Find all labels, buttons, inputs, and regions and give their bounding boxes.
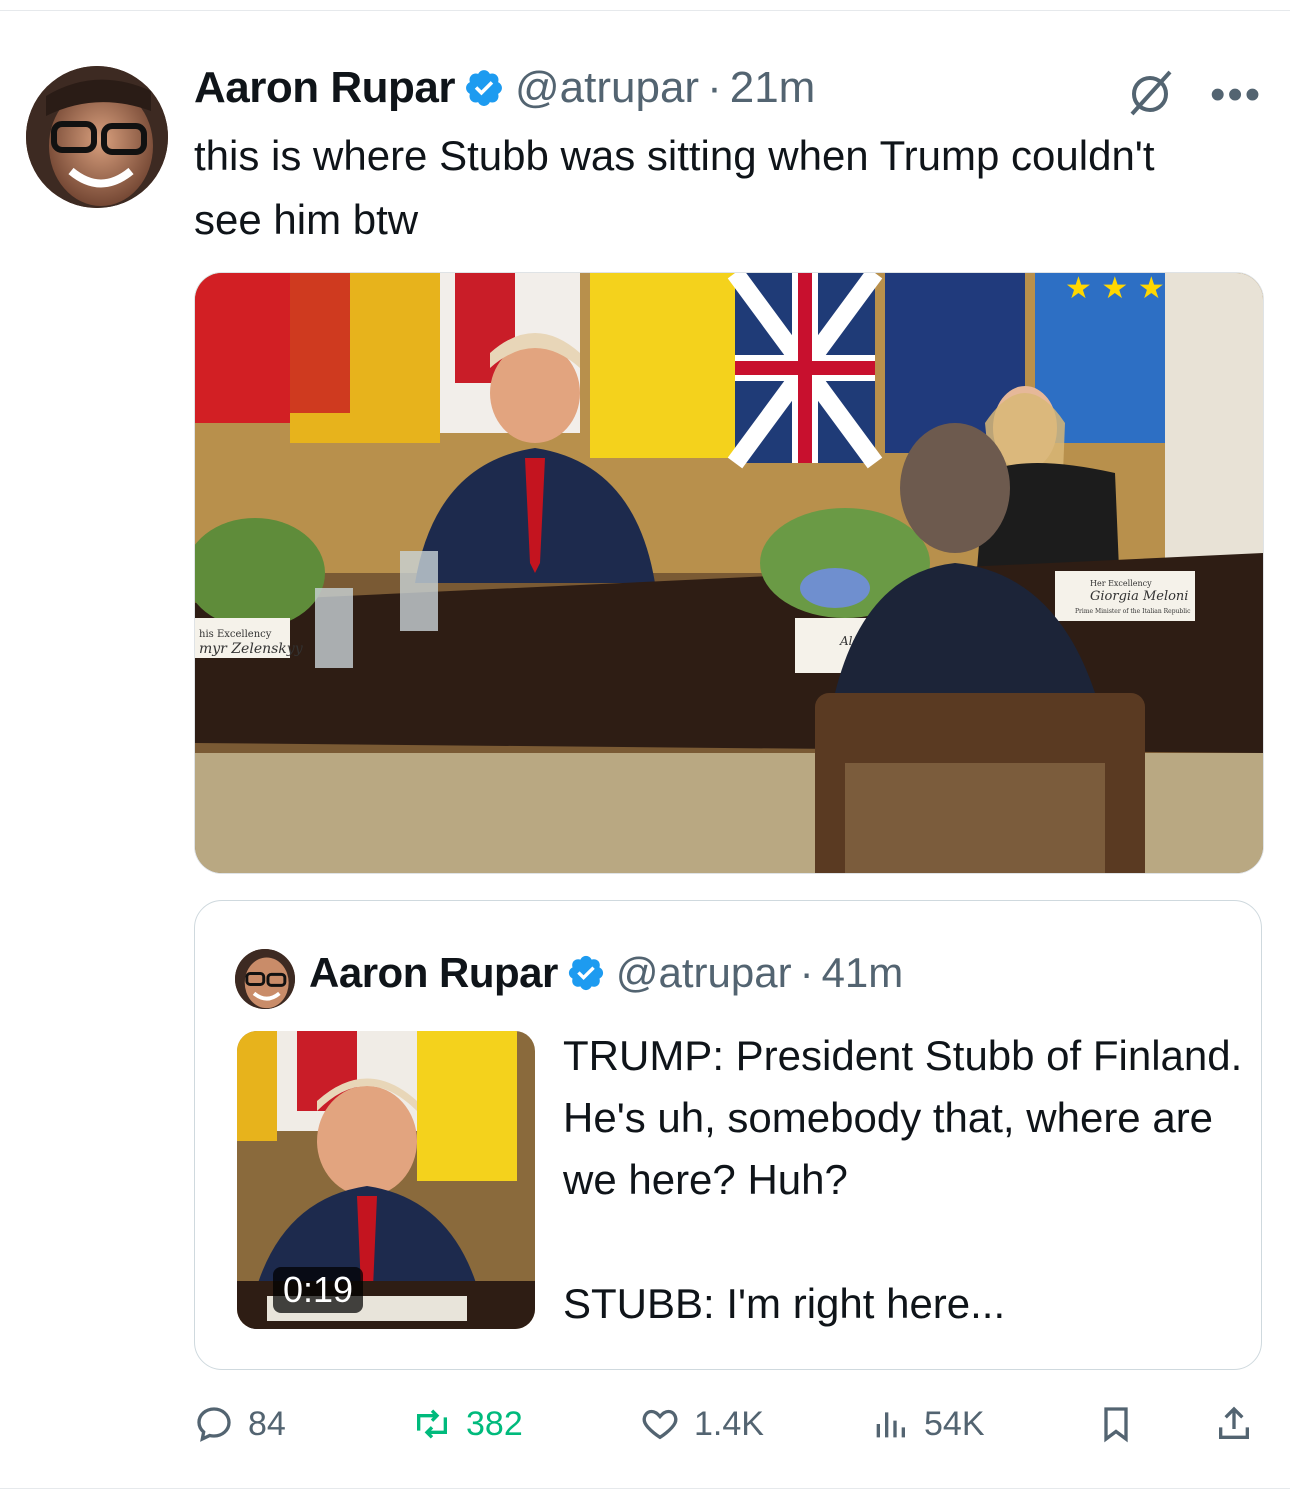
quoted-tweet-text: TRUMP: President Stubb of Finland. He's … [563,1032,1243,1327]
tweet-header: Aaron Rupar @atrupar · 21m [194,62,815,114]
views-count: 54K [924,1404,985,1443]
more-icon[interactable]: ••• [1210,70,1262,120]
views-chart-icon [876,1412,905,1438]
tweet-text: this is where Stubb was sitting when Tru… [194,132,1155,243]
bookmark-icon [1104,1407,1128,1443]
verified-badge-icon [463,67,505,109]
quoted-author-name: Aaron Rupar [309,949,558,996]
author-name[interactable]: Aaron Rupar [194,63,455,113]
quoted-tweet-header: Aaron Rupar @atrupar · 41m [309,945,903,1001]
svg-text:★ ★ ★: ★ ★ ★ [1065,273,1165,306]
top-divider [0,10,1290,11]
repost-count: 382 [466,1404,523,1443]
tweet-action-bar: 84 382 1.4K 54K [194,1392,1262,1456]
like-count: 1.4K [694,1404,764,1443]
views-button[interactable]: 54K [870,1392,985,1456]
tweet-time[interactable]: 21m [730,63,816,113]
share-icon [1219,1406,1249,1439]
separator-dot: · [707,63,722,112]
quoted-author-avatar [235,949,295,1009]
share-button[interactable] [1214,1392,1268,1456]
like-button[interactable]: 1.4K [640,1392,764,1456]
reply-count: 84 [248,1404,286,1443]
author-handle[interactable]: @atrupar [515,63,699,113]
meloni-sign-title: Her Excellency [1090,579,1152,588]
bookmark-button[interactable] [1096,1392,1150,1456]
quoted-video-thumbnail[interactable]: 0:19 [237,1031,535,1329]
author-avatar[interactable] [26,66,168,208]
quoted-tweet-card[interactable]: Aaron Rupar @atrupar · 41m 0:19 TRUMP: P… [194,900,1262,1370]
video-duration-badge: 0:19 [273,1267,364,1313]
quoted-tweet-time: 41m [821,949,904,996]
reply-icon [197,1407,231,1442]
meloni-sign-name: Giorgia Meloni [1090,589,1188,604]
repost-icon [417,1409,447,1439]
repost-button[interactable]: 382 [412,1392,523,1456]
quoted-author-handle: @atrupar [615,949,792,996]
quoted-separator-dot: · [799,949,814,996]
quoted-verified-badge-icon [566,953,606,993]
meloni-sign-subtitle: Prime Minister of the Italian Republic [1075,608,1191,615]
zelensky-sign-name: myr Zelenskyy [199,641,304,657]
bottom-divider [0,1488,1290,1489]
heart-icon [642,1409,678,1440]
reply-button[interactable]: 84 [194,1392,286,1456]
zelensky-sign-title: his Excellency [199,629,272,640]
grok-icon[interactable] [1120,68,1180,118]
tweet-media-image[interactable]: ★ ★ ★ his Excellency myr Zelenskyy Her E… [194,272,1264,874]
